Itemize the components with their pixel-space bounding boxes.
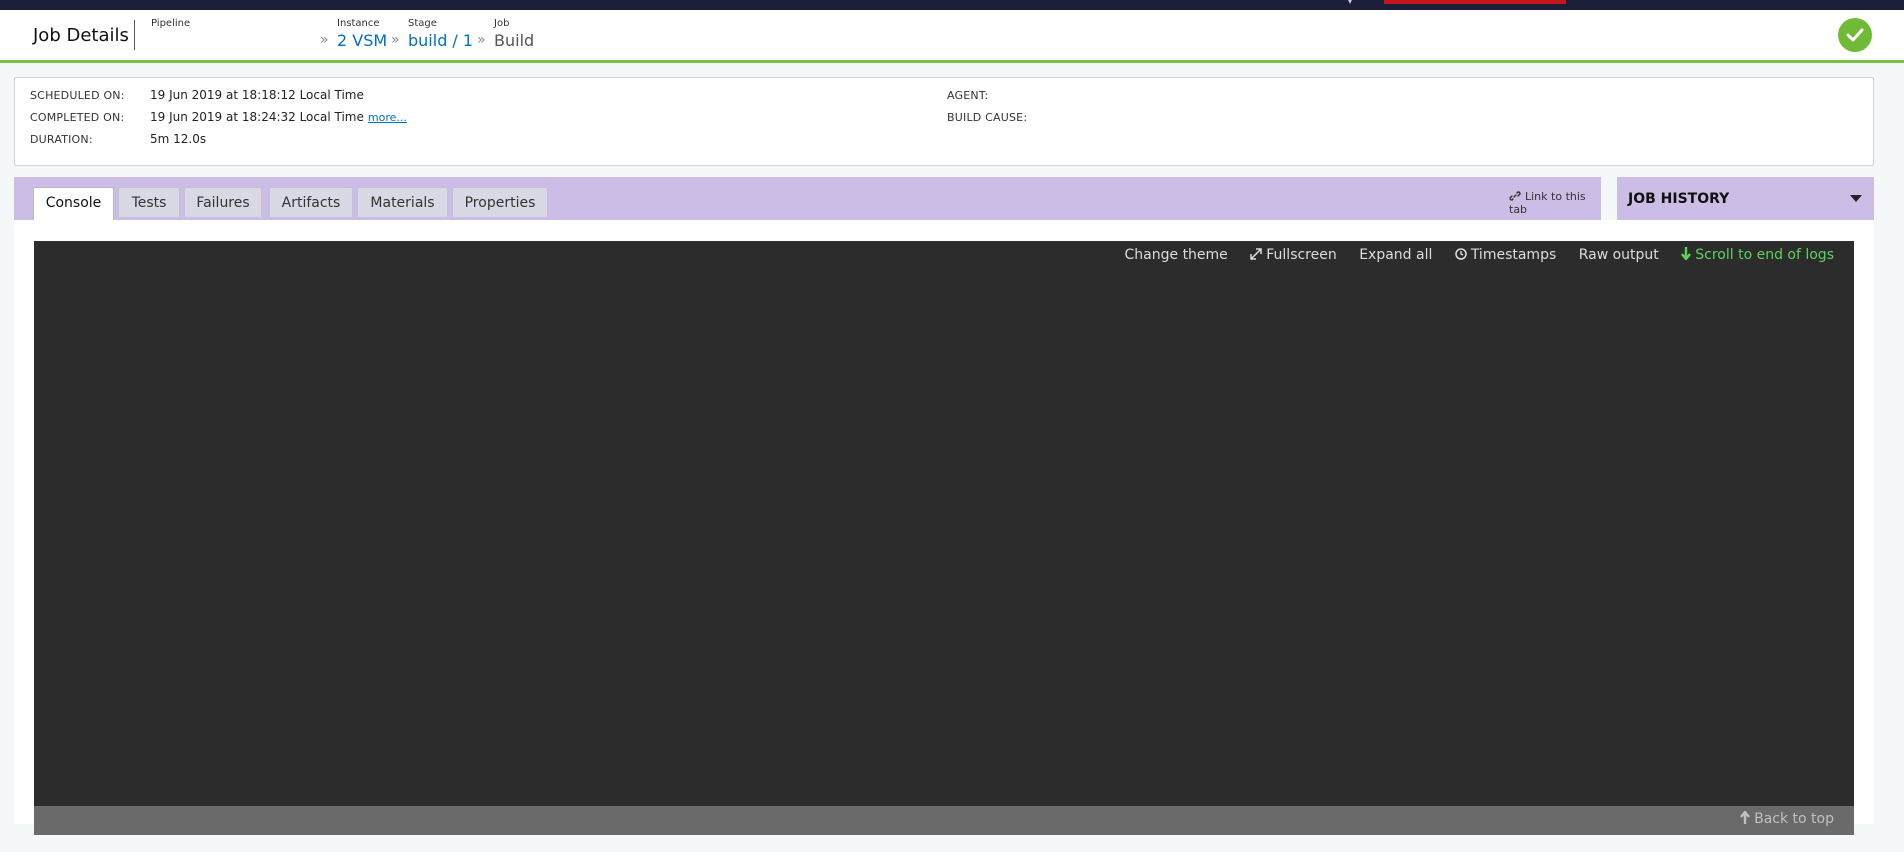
breadcrumb-instance-link[interactable]: 2 VSM [337,31,387,50]
completed-on-row: 19 Jun 2019 at 18:24:32 Local Time more..… [150,110,407,124]
tab-properties[interactable]: Properties [452,187,548,217]
nav-dropdown-indicator[interactable]: ▾ [1348,0,1358,6]
more-details-link[interactable]: more... [368,111,407,124]
fullscreen-label: Fullscreen [1266,247,1337,263]
scheduled-on-value: 19 Jun 2019 at 18:18:12 Local Time [150,88,364,102]
tab-materials[interactable]: Materials [357,187,448,217]
clock-icon [1455,248,1467,260]
breadcrumb-separator-icon: » [477,32,486,48]
nav-alert-bar[interactable] [1384,0,1566,4]
arrow-up-icon [1740,810,1751,824]
breadcrumb-separator-icon: » [320,32,329,48]
breadcrumb-pipeline-label: Pipeline [151,18,191,29]
tab-failures[interactable]: Failures [184,187,262,217]
breadcrumb-instance-label: Instance [337,18,380,29]
change-theme-button[interactable]: Change theme [1125,247,1228,263]
completed-on-value: 19 Jun 2019 at 18:24:32 Local Time [150,110,364,124]
breadcrumb-job-label: Job [494,18,510,29]
chevron-down-icon [1850,195,1862,202]
link-icon [1509,191,1521,201]
console-log-panel[interactable]: Change theme Fullscreen Expand all Times… [34,241,1854,806]
fullscreen-button[interactable]: Fullscreen [1250,247,1337,263]
console-toolbar: Change theme Fullscreen Expand all Times… [1107,247,1834,267]
tab-artifacts[interactable]: Artifacts [269,187,353,217]
title-divider [134,20,135,50]
back-to-top-label: Back to top [1754,811,1834,827]
raw-output-button[interactable]: Raw output [1579,247,1659,263]
console-footer: Back to top [34,806,1854,835]
breadcrumb-stage-label: Stage [408,18,437,29]
breadcrumb-separator-icon: » [391,32,400,48]
breadcrumb-job-value: Build [494,31,535,50]
check-icon [1846,28,1864,42]
expand-all-button[interactable]: Expand all [1359,247,1432,263]
tab-console[interactable]: Console [33,187,114,220]
completed-on-label: COMPLETED ON: [30,111,125,124]
link-to-tab[interactable]: Link to this tab [1509,190,1601,216]
job-status-badge [1838,18,1872,52]
build-cause-label: BUILD CAUSE: [947,111,1028,124]
top-nav-strip: ▾ [0,0,1904,10]
expand-arrows-icon [1250,248,1262,260]
agent-label: AGENT: [947,89,989,102]
page-title: Job Details [33,25,129,46]
scroll-to-end-label: Scroll to end of logs [1695,247,1834,263]
arrow-down-icon [1681,247,1692,261]
duration-label: DURATION: [30,133,93,146]
breadcrumb-stage-link[interactable]: build / 1 [408,31,473,50]
tab-tests[interactable]: Tests [118,187,180,217]
timestamps-label: Timestamps [1470,247,1557,263]
duration-value: 5m 12.0s [150,132,207,146]
job-history-label: JOB HISTORY [1628,191,1730,207]
job-history-toggle[interactable]: JOB HISTORY [1617,177,1874,220]
page-header: Job Details Pipeline Instance » 2 VSM St… [0,10,1904,63]
timestamps-toggle[interactable]: Timestamps [1455,247,1556,263]
job-info-panel: SCHEDULED ON: 19 Jun 2019 at 18:18:12 Lo… [14,77,1874,166]
scroll-to-end-button[interactable]: Scroll to end of logs [1681,247,1834,263]
job-tabs-bar: Console Tests Failures Artifacts Materia… [14,177,1601,220]
back-to-top-button[interactable]: Back to top [1740,810,1834,827]
scheduled-on-label: SCHEDULED ON: [30,89,125,102]
